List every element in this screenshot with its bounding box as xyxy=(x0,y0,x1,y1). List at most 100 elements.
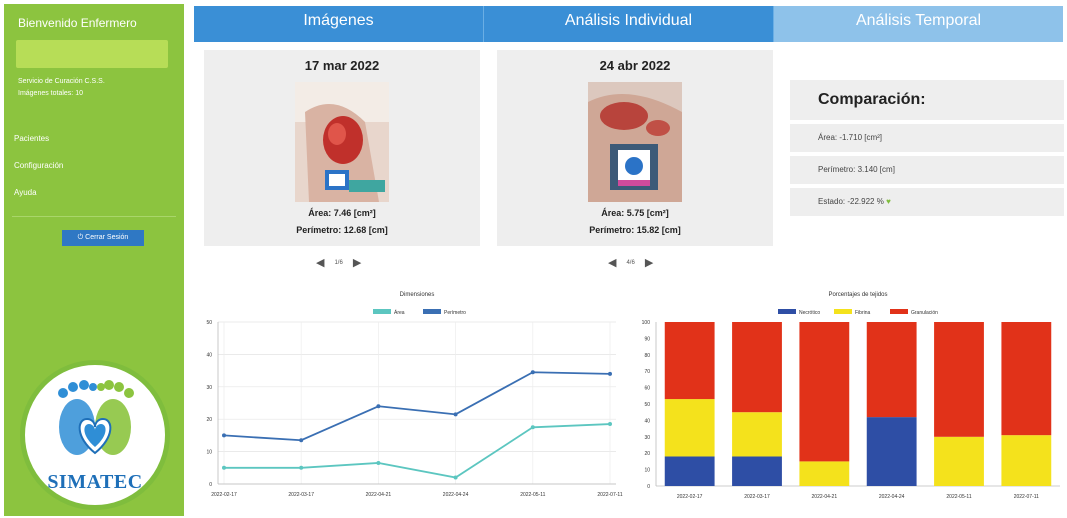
legend-label: Fibrina xyxy=(855,310,871,316)
comparison-status: Estado: -22.922 % xyxy=(818,197,884,206)
y-tick-label: 90 xyxy=(644,336,650,342)
y-tick-label: 80 xyxy=(644,353,650,359)
bar-segment xyxy=(866,417,917,486)
y-tick-label: 60 xyxy=(644,386,650,392)
card-perimeter: Perímetro: 12.68 [cm] xyxy=(296,225,388,235)
comparison-area: Área: -1.710 [cm²] xyxy=(790,124,1064,152)
y-tick-label: 50 xyxy=(206,320,212,326)
legend-label: Área xyxy=(394,309,405,316)
data-point xyxy=(222,465,226,470)
sidebar-item-configuracion[interactable]: Configuración xyxy=(14,159,63,186)
y-tick-label: 10 xyxy=(206,450,212,456)
logo-text: SIMATEC xyxy=(47,471,143,493)
legend-swatch xyxy=(373,309,391,314)
y-tick-label: 100 xyxy=(642,320,651,326)
legend-swatch xyxy=(423,309,441,314)
card-area: Área: 7.46 [cm²] xyxy=(308,208,376,218)
legend-label: Perímetro xyxy=(444,310,466,316)
data-point xyxy=(530,370,535,375)
tab-imagenes[interactable]: Imágenes xyxy=(194,6,484,42)
bar-segment xyxy=(664,399,715,457)
wound-photo[interactable] xyxy=(588,82,682,202)
y-tick-label: 40 xyxy=(206,352,212,358)
x-tick-label: 2022-07-11 xyxy=(1014,494,1039,500)
data-point xyxy=(608,422,612,427)
legend-swatch xyxy=(834,309,852,314)
bar-segment xyxy=(1001,435,1052,486)
sidebar-info: Servicio de Curación C.S.S. Imágenes tot… xyxy=(18,76,105,100)
bar-segment xyxy=(799,322,850,462)
y-tick-label: 10 xyxy=(644,468,650,474)
data-point xyxy=(608,371,612,376)
data-point xyxy=(530,425,535,430)
chart-title: Dimensiones xyxy=(400,292,435,298)
legend-label: Necrótico xyxy=(799,310,820,316)
wound-photo[interactable] xyxy=(295,82,389,202)
image-card-1: 17 mar 2022 Área: 7.46 [cm²] Perímetro: … xyxy=(204,50,480,246)
y-tick-label: 40 xyxy=(644,418,650,424)
x-tick-label: 2022-04-24 xyxy=(443,492,469,498)
prev-arrow-icon[interactable]: ◀ xyxy=(608,256,616,269)
bar-segment xyxy=(664,456,715,486)
legend-swatch xyxy=(778,309,796,314)
x-tick-label: 2022-04-24 xyxy=(879,494,905,500)
bar-segment xyxy=(732,456,782,486)
y-tick-label: 30 xyxy=(206,385,212,391)
next-arrow-icon[interactable]: ▶ xyxy=(645,256,653,269)
data-point xyxy=(222,433,226,438)
card-date: 24 abr 2022 xyxy=(599,58,671,73)
bar-segment xyxy=(732,412,782,457)
sidebar-item-ayuda[interactable]: Ayuda xyxy=(14,186,63,213)
dimensions-line-chart: Dimensiones Área Perímetro 0 10 20 30 40 50 2022-… xyxy=(206,292,622,498)
image-card-2: 24 abr 2022 Área: 5.75 [cm²] Perímetro: … xyxy=(497,50,773,246)
y-tick-label: 20 xyxy=(644,451,650,457)
prev-arrow-icon[interactable]: ◀ xyxy=(316,256,324,269)
y-tick-label: 0 xyxy=(647,484,650,490)
legend-label: Granulación xyxy=(911,310,938,316)
data-point xyxy=(376,404,381,409)
card-perimeter: Perímetro: 15.82 [cm] xyxy=(589,225,681,235)
legend-swatch xyxy=(890,309,908,314)
data-point xyxy=(376,460,381,465)
greeting: Bienvenido Enfermero xyxy=(18,16,137,30)
x-tick-label: 2022-05-11 xyxy=(520,492,545,498)
y-tick-label: 50 xyxy=(644,402,650,408)
data-point xyxy=(299,465,304,470)
y-tick-label: 20 xyxy=(206,417,212,423)
tab-analisis-temporal[interactable]: Análisis Temporal xyxy=(774,6,1063,42)
pager-2: ◀ 4/6 ▶ xyxy=(608,256,653,269)
logout-button[interactable]: ⏻ Cerrar Sesión xyxy=(62,230,144,246)
logo: SIMATEC xyxy=(20,360,170,510)
x-tick-label: 2022-02-17 xyxy=(211,492,237,498)
comparison-status-row: Estado: -22.922 % ♥ xyxy=(790,188,1064,216)
data-point xyxy=(299,438,304,443)
data-point xyxy=(453,412,458,417)
sidebar-nav: Pacientes Configuración Ayuda xyxy=(14,132,63,213)
user-bar xyxy=(16,40,168,68)
bar-segment xyxy=(732,322,782,413)
sidebar-info-images: Imágenes totales: 10 xyxy=(18,90,83,97)
sidebar-info-service: Servicio de Curación C.S.S. xyxy=(18,78,105,85)
series-line-1 xyxy=(223,371,611,442)
tab-analisis-individual[interactable]: Análisis Individual xyxy=(484,6,774,42)
x-tick-label: 2022-04-21 xyxy=(366,492,392,498)
y-tick-label: 70 xyxy=(644,369,650,375)
bar-segment xyxy=(799,461,850,486)
comparison-panel: Comparación: Área: -1.710 [cm²] Perímetr… xyxy=(790,80,1064,220)
bar-segment xyxy=(934,436,984,486)
card-area: Área: 5.75 [cm²] xyxy=(601,208,669,218)
sidebar: Bienvenido Enfermero Servicio de Curació… xyxy=(4,4,184,516)
series-line-0 xyxy=(224,423,611,479)
pager-1: ◀ 1/6 ▶ xyxy=(316,256,361,269)
y-tick-label: 0 xyxy=(209,482,212,488)
sidebar-item-pacientes[interactable]: Pacientes xyxy=(14,132,63,159)
next-arrow-icon[interactable]: ▶ xyxy=(353,256,361,269)
x-tick-label: 2022-02-17 xyxy=(677,494,703,500)
y-tick-label: 30 xyxy=(644,435,650,441)
pager-label: 1/6 xyxy=(334,259,343,266)
data-point xyxy=(453,475,458,480)
tissue-stacked-bar-chart: Porcentajes de tejidos Necrótico Fibrina Gr… xyxy=(642,292,1060,500)
comparison-title: Comparación: xyxy=(790,80,1064,120)
sidebar-divider xyxy=(12,216,176,217)
x-tick-label: 2022-04-21 xyxy=(812,494,838,500)
